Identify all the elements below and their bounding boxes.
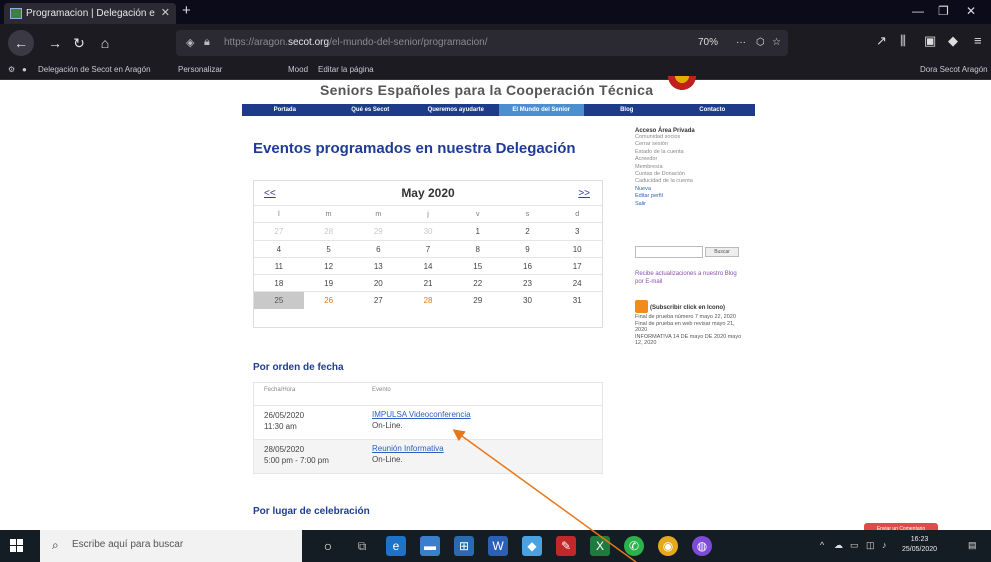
annotation-arrow-icon [452, 429, 637, 562]
